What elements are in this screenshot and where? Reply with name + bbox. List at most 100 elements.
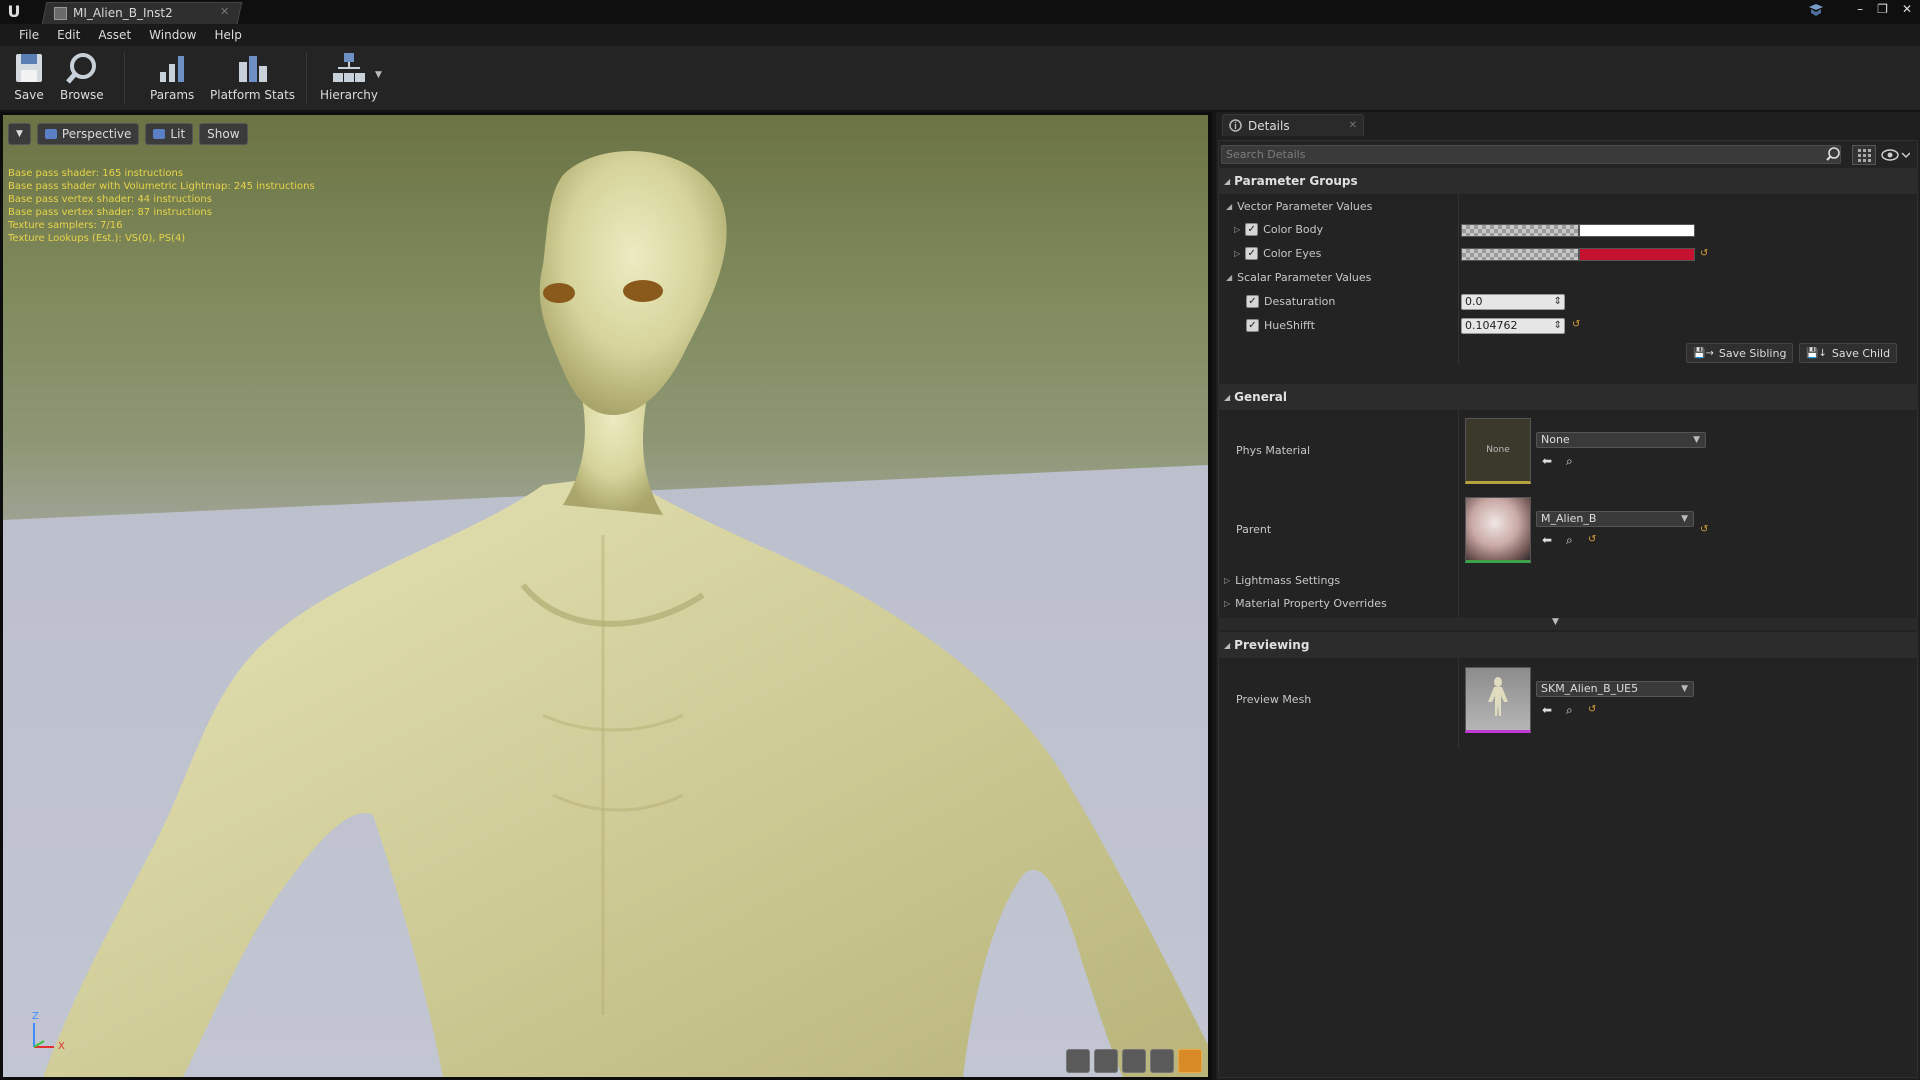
color-eyes-alpha-swatch[interactable] bbox=[1461, 248, 1579, 261]
previewing-title: Previewing bbox=[1234, 638, 1310, 652]
previewing-header[interactable]: ◢ Previewing bbox=[1218, 632, 1918, 658]
color-body-swatch[interactable] bbox=[1579, 224, 1695, 237]
show-label: Show bbox=[207, 127, 240, 141]
eye-icon[interactable] bbox=[1880, 147, 1910, 163]
viewport[interactable] bbox=[3, 115, 1208, 1077]
vector-params-group[interactable]: ◢ Vector Parameter Values bbox=[1226, 200, 1372, 213]
hueshift-field[interactable]: 0.104762 ⇕ bbox=[1461, 318, 1565, 334]
browse-asset-search-icon[interactable]: ⌕ bbox=[1566, 533, 1573, 548]
browse-asset-search-icon[interactable]: ⌕ bbox=[1566, 703, 1573, 718]
lightmass-settings-row[interactable]: ▷ Lightmass Settings bbox=[1224, 574, 1340, 587]
phys-material-thumbnail[interactable]: None bbox=[1465, 418, 1531, 484]
restore-button[interactable]: ❐ bbox=[1877, 2, 1888, 16]
hierarchy-label: Hierarchy bbox=[320, 88, 379, 102]
mesh-preview-icon[interactable] bbox=[1178, 1049, 1202, 1073]
lit-button[interactable]: Lit bbox=[145, 123, 194, 145]
save-label: Save bbox=[14, 88, 44, 102]
viewport-view-mode-icons bbox=[1066, 1049, 1202, 1073]
menu-file[interactable]: File bbox=[10, 28, 48, 42]
parent-value: M_Alien_B bbox=[1541, 512, 1597, 525]
cube-preview-icon[interactable] bbox=[1150, 1049, 1174, 1073]
phys-material-value: None bbox=[1541, 433, 1570, 446]
general-header[interactable]: ◢ General bbox=[1218, 384, 1918, 410]
params-button[interactable]: Params bbox=[150, 50, 194, 108]
notification-icon[interactable] bbox=[1808, 3, 1824, 17]
axis-z-label: Z bbox=[32, 1011, 39, 1022]
advanced-expander[interactable]: ▼ bbox=[1218, 617, 1918, 630]
reset-to-default-icon[interactable]: ↺ bbox=[1588, 704, 1596, 715]
browse-asset-search-icon[interactable]: ⌕ bbox=[1566, 454, 1573, 469]
reset-to-default-icon[interactable]: ↺ bbox=[1588, 534, 1596, 545]
tab-close-icon[interactable]: ✕ bbox=[220, 5, 229, 18]
save-sibling-button[interactable]: 💾→ Save Sibling bbox=[1686, 343, 1794, 363]
menu-window[interactable]: Window bbox=[140, 28, 205, 42]
parent-combo[interactable]: M_Alien_B ▼ bbox=[1536, 511, 1694, 527]
color-body-checkbox[interactable]: ✓ bbox=[1245, 223, 1259, 236]
perspective-button[interactable]: Perspective bbox=[36, 123, 140, 145]
hierarchy-icon bbox=[332, 50, 366, 86]
chevron-down-icon: ▼ bbox=[1693, 435, 1700, 445]
color-body-alpha-swatch[interactable] bbox=[1461, 224, 1579, 237]
details-tab[interactable]: Details ✕ bbox=[1222, 114, 1364, 136]
collapse-arrow-icon: ◢ bbox=[1224, 640, 1231, 650]
browse-icon bbox=[65, 50, 99, 86]
hueshift-checkbox[interactable]: ✓ bbox=[1246, 319, 1259, 332]
phys-material-thumb-label: None bbox=[1486, 445, 1510, 455]
plane-preview-icon[interactable] bbox=[1122, 1049, 1146, 1073]
spin-icon[interactable]: ⇕ bbox=[1554, 295, 1562, 309]
parent-material-thumbnail[interactable] bbox=[1465, 497, 1531, 563]
desaturation-field[interactable]: 0.0 ⇕ bbox=[1461, 294, 1565, 310]
material-overrides-row[interactable]: ▷ Material Property Overrides bbox=[1224, 597, 1387, 610]
use-selected-arrow-icon[interactable]: ⬅ bbox=[1542, 454, 1552, 468]
vector-params-title: Vector Parameter Values bbox=[1237, 200, 1373, 213]
shader-stats: Base pass shader: 165 instructions Base … bbox=[8, 167, 315, 245]
search-details-input[interactable]: Search Details bbox=[1221, 145, 1841, 164]
preview-mesh-combo[interactable]: SKM_Alien_B_UE5 ▼ bbox=[1536, 681, 1694, 697]
stat-line: Base pass shader with Volumetric Lightma… bbox=[8, 181, 315, 192]
collapse-arrow-icon: ◢ bbox=[1224, 176, 1231, 186]
platform-stats-label: Platform Stats bbox=[210, 88, 296, 102]
reset-to-default-icon[interactable]: ↺ bbox=[1572, 319, 1580, 330]
save-child-button[interactable]: 💾↓ Save Child bbox=[1799, 343, 1898, 363]
platform-stats-button[interactable]: Platform Stats bbox=[210, 50, 295, 108]
reset-to-default-icon[interactable]: ↺ bbox=[1700, 248, 1708, 259]
hierarchy-button[interactable]: Hierarchy bbox=[320, 50, 378, 108]
show-button[interactable]: Show bbox=[199, 123, 248, 145]
lit-icon bbox=[153, 129, 166, 139]
parameter-groups-header[interactable]: ◢ Parameter Groups bbox=[1218, 168, 1918, 194]
expand-arrow-icon[interactable]: ▷ bbox=[1234, 249, 1240, 258]
save-button[interactable]: Save bbox=[12, 50, 46, 108]
scalar-params-group[interactable]: ◢ Scalar Parameter Values bbox=[1226, 271, 1371, 284]
browse-button[interactable]: Browse bbox=[60, 50, 104, 108]
spin-icon[interactable]: ⇕ bbox=[1554, 319, 1562, 333]
minimize-button[interactable]: – bbox=[1857, 2, 1863, 16]
use-selected-arrow-icon[interactable]: ⬅ bbox=[1542, 533, 1552, 547]
expand-arrow-icon[interactable]: ▷ bbox=[1234, 225, 1240, 234]
hueshift-value: 0.104762 bbox=[1465, 319, 1518, 332]
viewport-options-button[interactable]: ▼ bbox=[8, 123, 31, 145]
menu-asset[interactable]: Asset bbox=[89, 28, 140, 42]
color-body-row: ▷ ✓ Color Body bbox=[1234, 223, 1323, 236]
mesh-thumbnail-figure-icon bbox=[1488, 677, 1508, 716]
close-button[interactable]: ✕ bbox=[1902, 2, 1912, 16]
menu-help[interactable]: Help bbox=[205, 28, 250, 42]
color-eyes-checkbox[interactable]: ✓ bbox=[1245, 247, 1259, 260]
hierarchy-dropdown-icon[interactable]: ▼ bbox=[375, 70, 382, 80]
desaturation-checkbox[interactable]: ✓ bbox=[1246, 295, 1259, 308]
sphere-preview-icon[interactable] bbox=[1094, 1049, 1118, 1073]
cylinder-preview-icon[interactable] bbox=[1066, 1049, 1090, 1073]
unreal-logo-icon: U bbox=[7, 2, 21, 21]
close-icon[interactable]: ✕ bbox=[1349, 120, 1357, 131]
preview-mesh-thumbnail[interactable] bbox=[1465, 667, 1531, 733]
phys-material-combo[interactable]: None ▼ bbox=[1536, 432, 1706, 448]
color-eyes-swatch[interactable] bbox=[1579, 248, 1695, 261]
property-matrix-button[interactable] bbox=[1852, 145, 1876, 165]
reset-to-default-icon[interactable]: ↺ bbox=[1700, 524, 1708, 535]
toolbar: Save Browse Params Platform Stats Hierar… bbox=[0, 46, 1920, 111]
chevron-down-icon: ▼ bbox=[1681, 514, 1688, 524]
search-icon[interactable] bbox=[1825, 146, 1841, 162]
title-bar: U MI_Alien_B_Inst2 ✕ – ❐ ✕ bbox=[0, 0, 1920, 24]
use-selected-arrow-icon[interactable]: ⬅ bbox=[1542, 703, 1552, 717]
menu-edit[interactable]: Edit bbox=[48, 28, 89, 42]
hueshift-row: ✓ HueShifft bbox=[1246, 319, 1315, 332]
